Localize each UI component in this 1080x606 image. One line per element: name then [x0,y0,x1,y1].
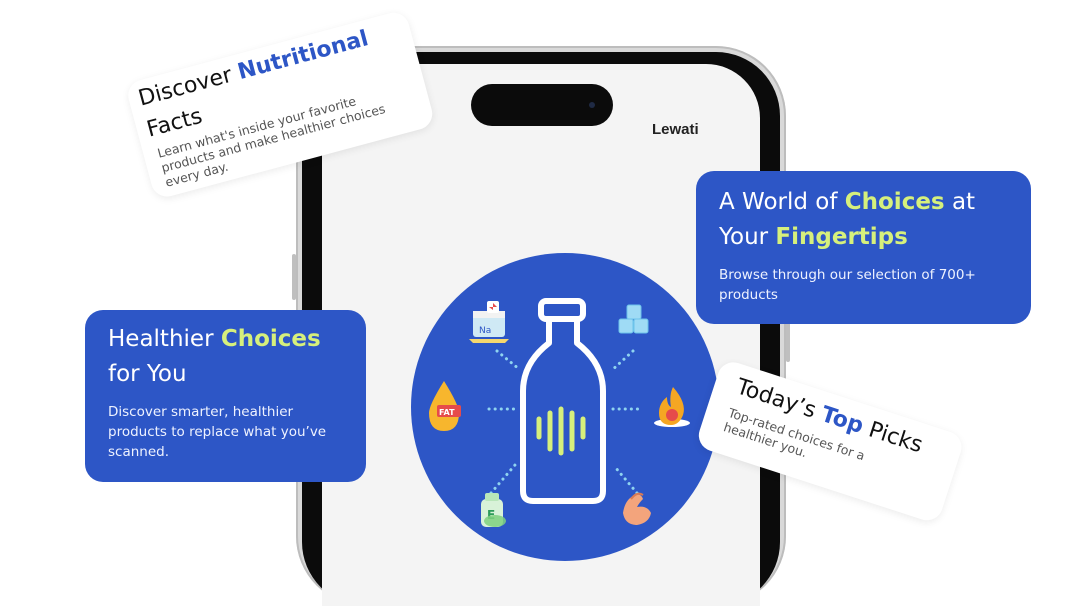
card-title: Healthier Choices for You [108,322,344,392]
card-world-of-choices: A World of Choices at Your Fingertips Br… [696,171,1031,324]
card-healthier-choices: Healthier Choices for You Discover smart… [85,310,366,482]
card-title: A World of Choices at Your Fingertips [719,185,1009,255]
title-text: for You [108,361,187,387]
protein-muscle-icon [623,492,651,525]
title-highlight: Top [817,402,867,440]
calorie-flame-icon [654,387,690,427]
bottle-barcode-icon [520,298,606,504]
nutrition-hero-circle: Na FAT E [411,253,719,561]
sugar-cubes-icon [618,304,649,334]
title-highlight: Fingertips [775,224,908,250]
e-number-additive-icon: E [481,493,506,527]
salt-sodium-icon: Na [469,301,509,343]
connector-line [609,349,635,373]
title-text: Healthier [108,326,214,352]
title-text: A World of [719,189,838,215]
connector-line [495,349,521,371]
title-text: Discover [135,62,235,112]
nutrition-illustration: Na FAT E [429,298,690,527]
title-text: at [951,189,976,215]
card-subtitle: Discover smarter, healthier products to … [108,404,327,460]
volume-button [292,254,296,300]
svg-text:Na: Na [479,326,491,336]
title-highlight: Nutritional [235,26,372,86]
connector-line [613,465,639,495]
app-brand-name: Lewati [652,121,699,138]
title-text: Your [719,224,769,250]
title-highlight: Choices [220,326,321,352]
camera-icon [589,102,595,108]
svg-text:FAT: FAT [439,408,455,417]
title-highlight: Choices [844,189,945,215]
phone-screen: Lewati Na FAT E [322,64,760,606]
fat-drop-icon: FAT [429,381,461,431]
connector-line [489,463,517,495]
dynamic-island [471,84,613,126]
card-subtitle: Browse through our selection of 700+ pro… [719,267,976,303]
